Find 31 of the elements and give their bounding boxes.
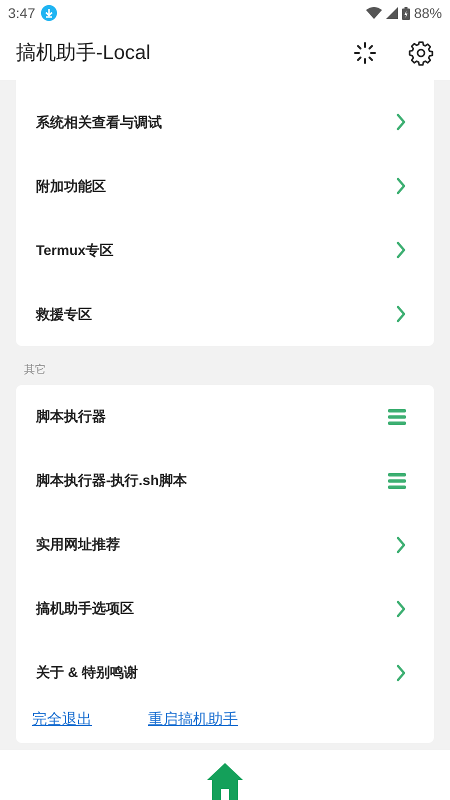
menu-item[interactable]: Termux专区 [16, 218, 434, 282]
section-header: 其它 [23, 362, 47, 378]
menu-item[interactable]: 关于 & 特别鸣谢 [16, 640, 434, 704]
menu-item[interactable]: 系统相关查看与调试 [16, 90, 434, 154]
menu-item[interactable]: 救援专区 [16, 282, 434, 346]
menu-item[interactable]: 脚本执行器 [16, 384, 434, 448]
chevron-right-icon [396, 600, 406, 618]
chevron-right-icon [396, 664, 406, 682]
menu-icon [388, 408, 406, 424]
chevron-right-icon [396, 536, 406, 554]
chevron-right-icon [396, 305, 406, 323]
battery-level: 88% [414, 4, 442, 22]
menu-item[interactable]: 脚本执行器-执行.sh脚本 [16, 448, 434, 512]
wifi-icon [366, 7, 382, 19]
loading-icon[interactable] [354, 42, 376, 64]
settings-icon[interactable] [408, 40, 434, 66]
chevron-right-icon [396, 241, 406, 259]
menu-item[interactable]: 实用网址推荐 [16, 512, 434, 576]
link[interactable]: 完全退出 [32, 708, 92, 731]
home-icon[interactable] [207, 763, 243, 800]
signal-icon [386, 7, 398, 19]
battery-icon [402, 6, 410, 20]
download-icon [41, 5, 58, 21]
menu-item[interactable]: 搞机助手选项区 [16, 576, 434, 640]
app-title: 搞机助手-Local [16, 41, 150, 66]
status-time: 3:47 [8, 4, 36, 22]
chevron-right-icon [396, 113, 406, 131]
menu-item[interactable]: 附加功能区 [16, 154, 434, 218]
link[interactable]: 重启搞机助手 [148, 708, 238, 731]
menu-icon [388, 472, 406, 488]
chevron-right-icon [396, 177, 406, 195]
